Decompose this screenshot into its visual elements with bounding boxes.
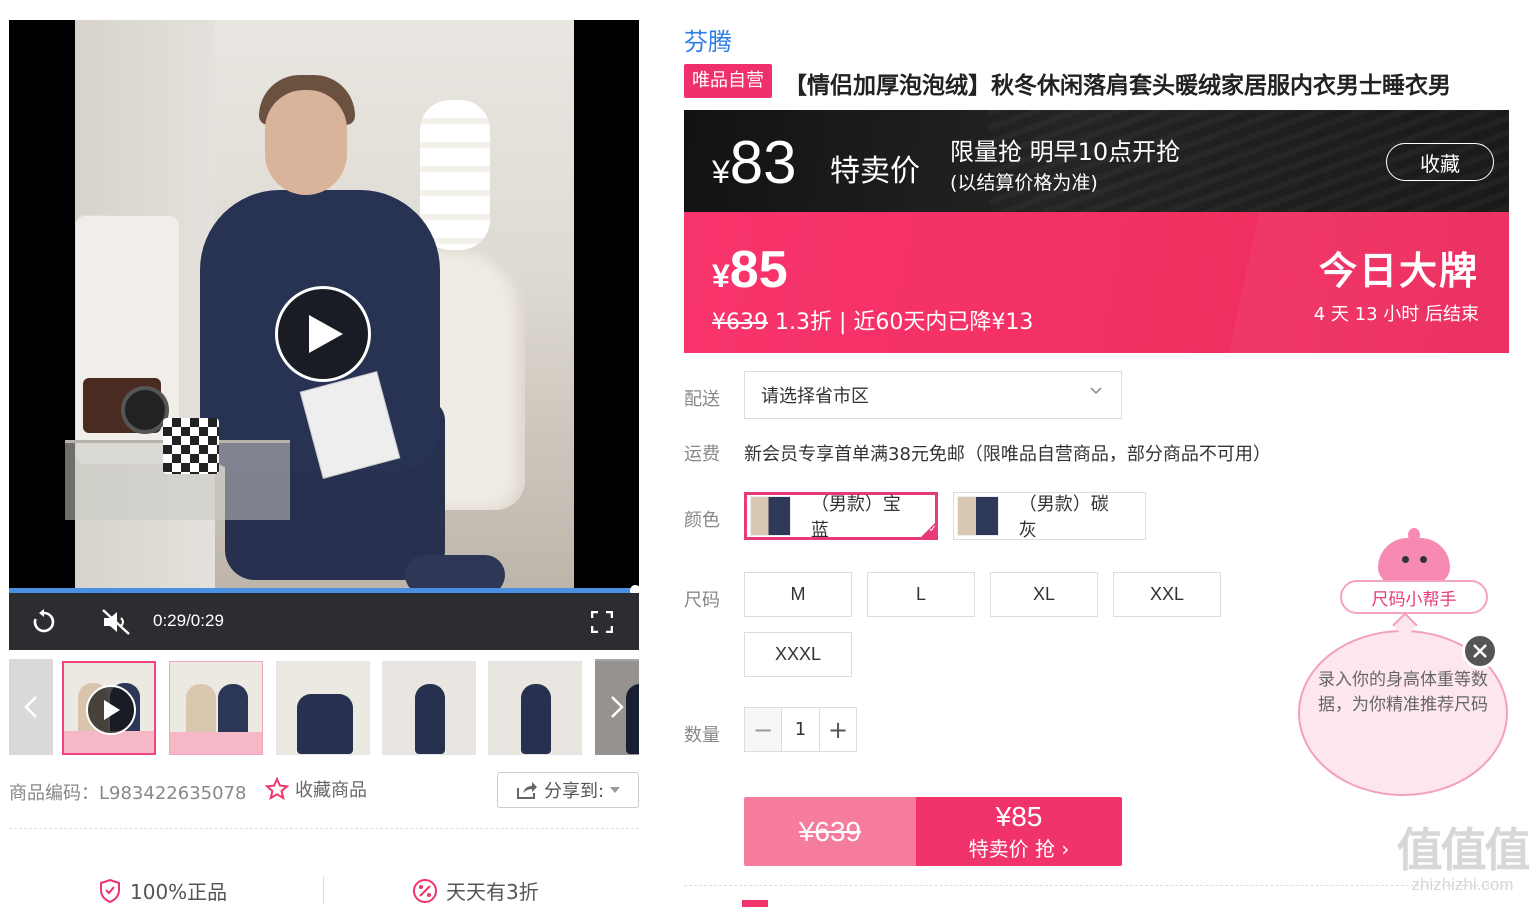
thumb-next-button[interactable] <box>595 659 639 755</box>
play-button[interactable] <box>275 286 371 382</box>
share-label: 分享到: <box>543 781 605 802</box>
mascot-icon <box>1378 528 1450 584</box>
video-player[interactable]: 0:29/0:29 <box>9 20 639 650</box>
promo-price-value: 85 <box>729 241 788 299</box>
section-marker <box>742 900 768 907</box>
thumb-prev-button[interactable] <box>9 659 53 755</box>
watermark-logo: 值值值 <box>1396 823 1531 877</box>
promo-detail: ¥639 1.3折 | 近60天内已降¥13 <box>712 304 1033 336</box>
watermark-domain: zhizhizhi.com <box>1411 875 1514 894</box>
buy-price: ¥85 <box>995 801 1043 832</box>
share-icon <box>516 782 537 799</box>
size-helper-button[interactable]: 尺码小帮手 <box>1340 580 1488 614</box>
color-swatch <box>750 496 791 536</box>
freight-label: 运费 <box>684 444 720 465</box>
promise-discount: 天天有3折 <box>412 876 539 905</box>
freight-text: 新会员专享首单满38元免邮（限唯品自营商品，部分商品不可用） <box>744 444 1271 465</box>
quantity-input[interactable]: 1 <box>781 708 820 751</box>
fullscreen-icon[interactable] <box>587 607 617 637</box>
product-sku: 商品编码：L983422635078 <box>9 783 247 804</box>
play-icon <box>309 315 343 353</box>
special-price: ¥83 <box>712 128 797 197</box>
quantity-stepper: − 1 + <box>744 707 857 752</box>
original-price: ¥639 <box>712 310 768 335</box>
favorite-label: 收藏商品 <box>295 780 367 801</box>
chevron-right-icon <box>611 696 624 718</box>
share-button[interactable]: 分享到: <box>497 772 639 808</box>
color-option-gray[interactable]: （男款）碳灰 <box>953 492 1146 541</box>
thumbnail-image[interactable] <box>382 661 476 755</box>
promise-authentic-label: 100%正品 <box>130 880 228 904</box>
special-price-value: 83 <box>729 129 797 196</box>
buy-button-group: ¥639 ¥85 特卖价 抢 › <box>744 797 1122 866</box>
size-option-xxxl[interactable]: XXXL <box>744 632 852 677</box>
size-option-m[interactable]: M <box>744 572 852 617</box>
thumbnail-image[interactable] <box>169 661 263 755</box>
star-icon <box>265 777 289 801</box>
color-label: 颜色 <box>684 510 720 531</box>
selected-check-icon <box>918 520 938 540</box>
quantity-decrease-button[interactable]: − <box>745 708 781 751</box>
size-label: 尺码 <box>684 590 720 611</box>
favorite-product-link[interactable]: 收藏商品 <box>265 776 367 802</box>
chevron-left-icon <box>24 696 37 718</box>
original-price-button[interactable]: ¥639 <box>744 797 916 866</box>
play-icon <box>86 685 136 735</box>
buy-now-button[interactable]: ¥85 特卖价 抢 › <box>916 797 1122 866</box>
countdown: 4 天 13 小时 后结束 <box>1313 304 1479 325</box>
divider <box>684 885 1509 886</box>
divider <box>9 828 639 829</box>
settlement-note: (以结算价格为准) <box>950 172 1098 194</box>
shield-icon <box>100 878 120 903</box>
video-controls: 0:29/0:29 <box>9 593 639 650</box>
color-option-label: （男款）碳灰 <box>1018 494 1109 541</box>
region-select[interactable]: 请选择省市区 <box>744 371 1122 419</box>
caret-down-icon <box>610 787 621 793</box>
mute-icon[interactable] <box>101 607 131 637</box>
currency-symbol: ¥ <box>712 154 730 190</box>
special-price-label: 特卖价 <box>830 154 920 189</box>
chevron-down-icon <box>1090 387 1102 395</box>
product-title: 【情侣加厚泡泡绒】秋冬休闲落肩套头暖绒家居服内衣男士睡衣男 <box>784 73 1451 99</box>
delivery-label: 配送 <box>684 389 720 410</box>
buy-action-label: 特卖价 抢 › <box>968 837 1070 861</box>
quantity-label: 数量 <box>684 725 720 746</box>
thumbnail-strip <box>9 657 639 755</box>
promise-discount-label: 天天有3折 <box>446 880 539 904</box>
promo-price-banner: ¥85 ¥639 1.3折 | 近60天内已降¥13 今日大牌 4 天 13 小… <box>684 212 1509 353</box>
currency-symbol: ¥ <box>712 258 730 294</box>
color-option-label: （男款）宝蓝 <box>810 494 901 541</box>
promise-authentic: 100%正品 <box>98 876 227 905</box>
special-price-banner: ¥83 特卖价 限量抢 明早10点开抢 (以结算价格为准) 收藏 <box>684 110 1509 212</box>
site-watermark: 值值值 zhizhizhi.com <box>1390 825 1535 895</box>
region-select-value: 请选择省市区 <box>761 386 869 407</box>
quantity-increase-button[interactable]: + <box>820 708 856 751</box>
promo-price: ¥85 <box>712 240 788 300</box>
self-operated-badge: 唯品自营 <box>684 64 772 98</box>
event-title: 今日大牌 <box>1318 249 1479 293</box>
size-option-xl[interactable]: XL <box>990 572 1098 617</box>
thumbnail-image[interactable] <box>276 661 370 755</box>
replay-icon[interactable] <box>29 607 59 637</box>
collect-button[interactable]: 收藏 <box>1386 143 1494 181</box>
flash-sale-notice: 限量抢 明早10点开抢 <box>950 138 1181 166</box>
brand-link[interactable]: 芬腾 <box>684 22 732 57</box>
discount-detail: 1.3折 | 近60天内已降¥13 <box>768 310 1034 335</box>
discount-icon <box>413 878 437 903</box>
thumbnail-video[interactable] <box>62 661 156 755</box>
close-icon[interactable] <box>1462 633 1498 669</box>
video-timecode: 0:29/0:29 <box>153 611 224 630</box>
size-option-xxl[interactable]: XXL <box>1113 572 1221 617</box>
size-option-l[interactable]: L <box>867 572 975 617</box>
color-option-blue[interactable]: （男款）宝蓝 <box>744 492 938 541</box>
thumbnail-image[interactable] <box>488 661 582 755</box>
color-swatch <box>957 496 999 536</box>
divider <box>323 876 324 904</box>
size-helper-text: 录入你的身高体重等数据，为你精准推荐尺码 <box>1318 670 1488 715</box>
product-meta-row: 商品编码：L983422635078 收藏商品 分享到: <box>9 772 639 808</box>
